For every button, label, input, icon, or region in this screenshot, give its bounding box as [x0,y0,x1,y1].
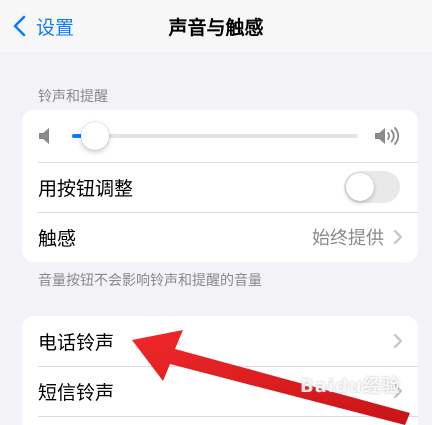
navigation-bar: 设置 声音与触感 [0,0,432,52]
volume-slider-row [22,110,418,162]
ringer-section-header: 铃声和提醒 [38,89,108,105]
button-adjust-label: 用按钮调整 [38,177,134,200]
haptics-label: 触感 [38,227,77,250]
speaker-high-icon [375,127,400,145]
watermark: Baidu经验 [300,376,401,397]
volume-slider-thumb[interactable] [80,122,109,150]
volume-slider[interactable] [72,122,358,150]
sounds-group: 电话铃声 短信铃声 [22,316,418,425]
haptics-row[interactable]: 触感 始终提供 [22,212,418,262]
text-tone-label: 短信铃声 [38,381,115,404]
ringtone-row[interactable]: 电话铃声 [22,316,418,366]
speaker-low-icon [39,128,49,144]
page-title: 声音与触感 [168,17,264,39]
ringer-section-footer: 音量按钮不会影响铃声和提醒的音量 [38,273,262,289]
ringtone-label: 电话铃声 [38,331,115,354]
divider [38,416,418,417]
haptics-value: 始终提供 [312,228,384,249]
ringer-settings-group: 用按钮调整 触感 始终提供 [22,110,418,262]
toggle-knob [346,173,374,201]
button-adjust-row: 用按钮调整 [22,162,418,212]
button-adjust-toggle[interactable] [344,171,400,203]
chevron-right-icon [393,229,403,245]
chevron-right-icon [393,333,403,349]
